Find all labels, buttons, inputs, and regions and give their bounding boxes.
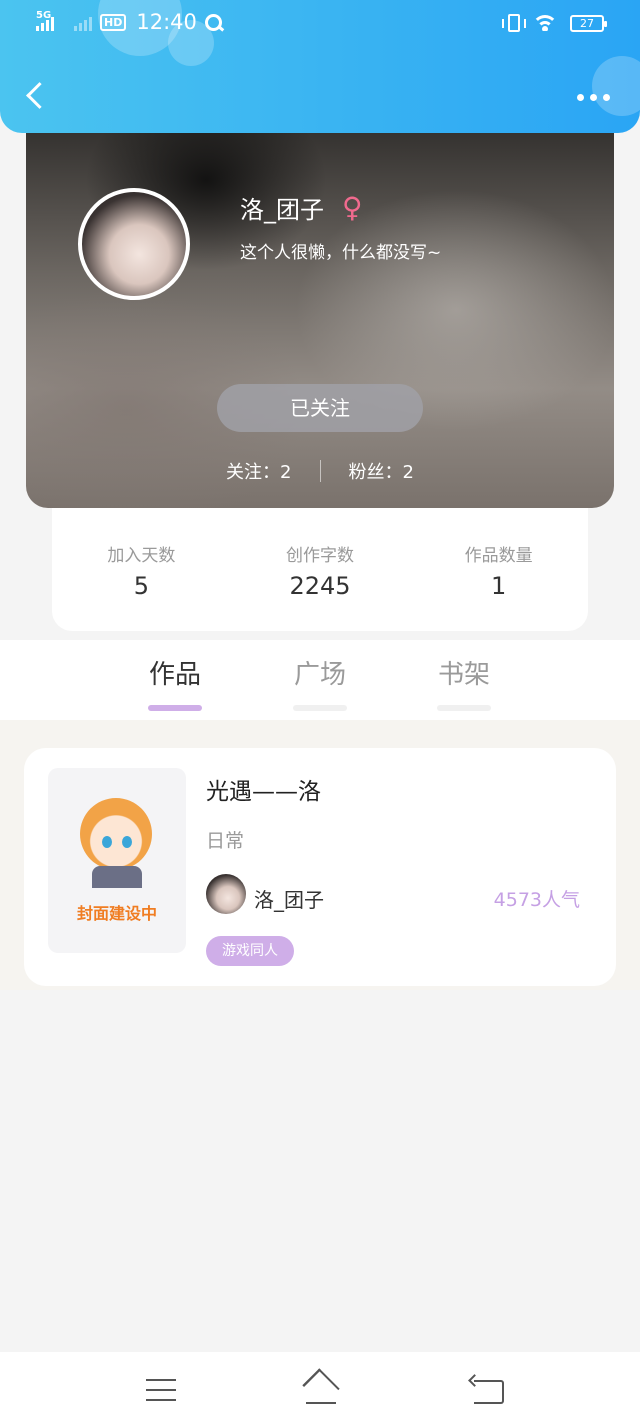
more-dots-icon[interactable]: [577, 94, 610, 101]
work-category: 日常: [206, 830, 245, 852]
clock: 12:40: [136, 10, 197, 34]
author-avatar[interactable]: [206, 874, 246, 914]
return-icon[interactable]: [474, 1380, 504, 1404]
work-tag[interactable]: 游戏同人: [206, 936, 294, 966]
tab-bar: 作品 广场 书架: [0, 640, 640, 720]
author-name[interactable]: 洛_团子: [254, 884, 324, 913]
work-title[interactable]: 光遇——洛: [206, 772, 321, 806]
work-cover[interactable]: 封面建设中: [48, 768, 186, 953]
profile-banner: 洛_团子 ♀ 这个人很懒，什么都没写~ 已关注 关注：2 粉丝：2: [26, 110, 614, 508]
battery-icon: 27: [570, 14, 607, 32]
tab-square[interactable]: 广场: [275, 654, 365, 711]
vibrate-icon: [502, 14, 526, 32]
stat-value: 2245: [289, 572, 351, 600]
follow-button[interactable]: 已关注: [217, 384, 423, 432]
decor-bubble: [592, 56, 640, 116]
tab-label: 书架: [437, 660, 490, 690]
tab-indicator: [148, 705, 202, 711]
tab-bookshelf[interactable]: 书架: [419, 654, 509, 711]
work-card[interactable]: 封面建设中 光遇——洛 日常 洛_团子 4573人气 游戏同人: [24, 748, 616, 986]
q-app-icon: [204, 13, 222, 31]
user-bio: 这个人很懒，什么都没写~: [240, 243, 442, 263]
chevron-left-icon[interactable]: [22, 80, 52, 116]
system-nav-bar: [0, 1352, 640, 1427]
stat-label: 作品数量: [464, 546, 533, 566]
stats-card: 加入天数 5 创作字数 2245 作品数量 1: [52, 508, 588, 631]
stat-label: 加入天数: [107, 546, 176, 566]
cover-placeholder-text: 封面建设中: [76, 904, 157, 923]
top-header: 5G HD 12:40 27: [0, 0, 640, 133]
username-row: 洛_团子 ♀: [240, 190, 363, 225]
signal-icon: 5G: [36, 10, 54, 31]
status-bar: 5G HD 12:40 27: [0, 0, 640, 50]
stat-join-days: 加入天数 5: [52, 508, 231, 631]
user-avatar[interactable]: [78, 188, 190, 300]
tab-indicator: [437, 705, 491, 711]
cover-illustration: [80, 798, 152, 870]
profile-page: 洛_团子 ♀ 这个人很懒，什么都没写~ 已关注 关注：2 粉丝：2 5G HD …: [0, 0, 640, 1427]
follow-stats: 关注：2 粉丝：2: [26, 458, 614, 484]
tab-indicator: [293, 705, 347, 711]
tab-label: 广场: [293, 660, 346, 690]
tab-works[interactable]: 作品: [130, 654, 220, 711]
home-icon[interactable]: [300, 1376, 342, 1404]
menu-icon[interactable]: [146, 1379, 176, 1401]
wifi-icon: [534, 15, 556, 31]
popularity-count: 4573人气: [493, 889, 580, 911]
stat-value: 1: [491, 572, 507, 600]
stat-word-count: 创作字数 2245: [231, 508, 410, 631]
stat-value: 5: [133, 572, 149, 600]
fans-count[interactable]: 粉丝：2: [321, 458, 442, 484]
hd-icon: HD: [100, 13, 127, 31]
tab-label: 作品: [148, 660, 201, 690]
female-icon: ♀: [342, 190, 363, 224]
signal-2-icon: [74, 13, 92, 31]
stat-label: 创作字数: [286, 546, 354, 566]
stat-works-count: 作品数量 1: [409, 508, 588, 631]
following-count[interactable]: 关注：2: [198, 458, 319, 484]
username: 洛_团子: [240, 196, 324, 224]
